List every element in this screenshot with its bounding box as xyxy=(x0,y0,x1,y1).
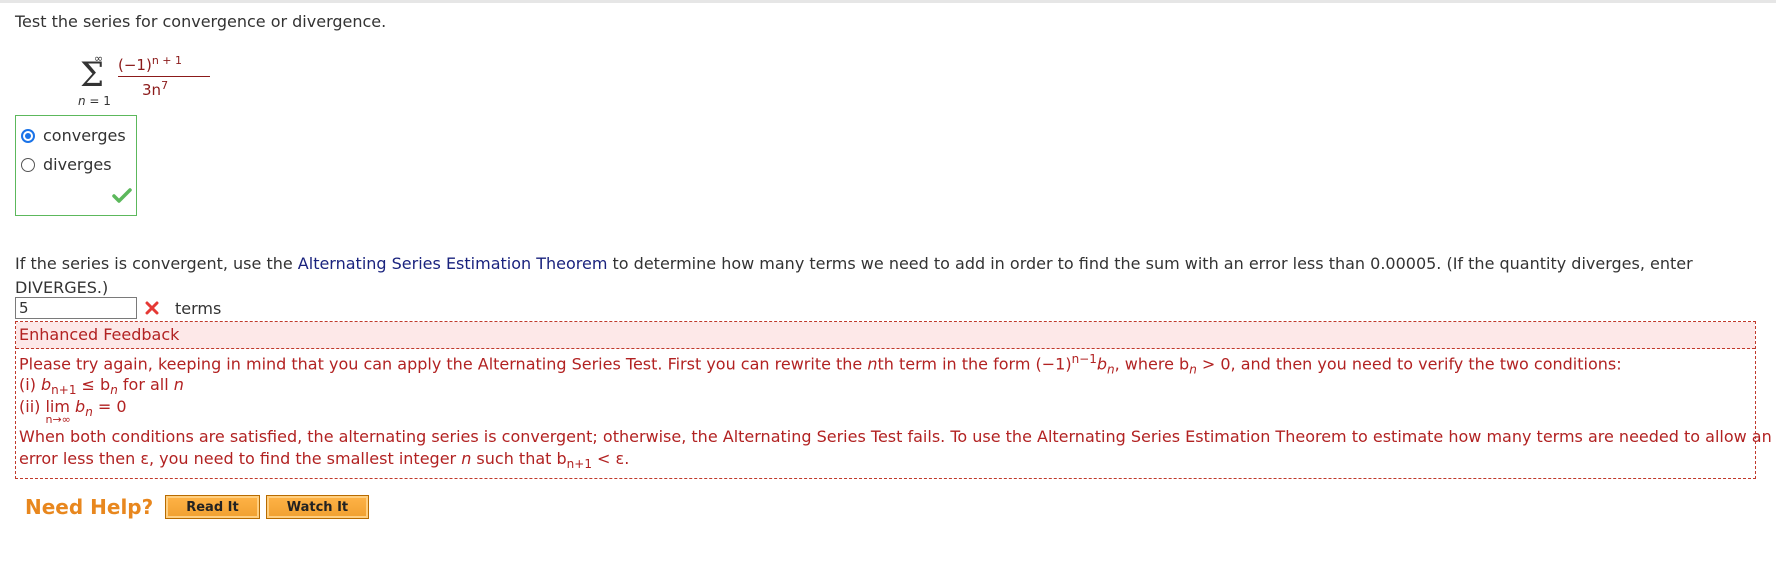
feedback-line-4: When both conditions are satisfied, the … xyxy=(19,427,1772,446)
radio-diverges[interactable] xyxy=(21,157,35,172)
incorrect-x-icon xyxy=(145,301,159,315)
terms-input[interactable] xyxy=(15,297,137,319)
top-divider xyxy=(0,0,1776,3)
watch-it-button[interactable]: Watch It xyxy=(265,495,370,519)
condition-1: (i) bn+1 ≤ bn for all n xyxy=(19,375,184,398)
radio-converges[interactable] xyxy=(21,128,35,143)
terms-unit-label: terms xyxy=(175,298,222,318)
question2-prompt: If the series is convergent, use the Alt… xyxy=(15,254,1693,297)
option-diverges-label: diverges xyxy=(43,155,112,174)
read-it-button[interactable]: Read It xyxy=(165,495,260,519)
feedback-line-5: error less then ε, you need to find the … xyxy=(19,449,630,472)
convergence-answer-box: converges diverges xyxy=(15,115,137,216)
limit-operator: lim n→∞ xyxy=(45,397,71,426)
condition-2: (ii) lim n→∞ bn = 0 xyxy=(19,397,127,426)
sigma-symbol: Σ xyxy=(80,55,105,95)
series-numerator: (−1)n + 1 xyxy=(118,54,183,74)
option-converges-label: converges xyxy=(43,126,126,145)
option-converges[interactable]: converges xyxy=(21,126,126,145)
option-diverges[interactable]: diverges xyxy=(21,155,112,174)
checkmark-icon xyxy=(112,188,132,203)
answer-row: terms xyxy=(15,297,221,319)
enhanced-feedback-panel: Enhanced Feedback Please try again, keep… xyxy=(15,321,1772,479)
question-prompt: Test the series for convergence or diver… xyxy=(15,12,387,31)
series-denominator: 3n7 xyxy=(142,79,169,99)
need-help-bar: Need Help? Read It Watch It xyxy=(25,495,375,519)
series-lower-limit: n = 1 xyxy=(78,94,111,108)
feedback-title: Enhanced Feedback xyxy=(16,322,1755,349)
fraction-bar xyxy=(118,76,210,77)
series-expression: ∞ Σ n = 1 (−1)n + 1 3n7 xyxy=(76,52,216,112)
feedback-line-1: Please try again, keeping in mind that y… xyxy=(19,352,1622,377)
need-help-label: Need Help? xyxy=(25,495,154,519)
theorem-link[interactable]: Alternating Series Estimation Theorem xyxy=(298,254,608,273)
